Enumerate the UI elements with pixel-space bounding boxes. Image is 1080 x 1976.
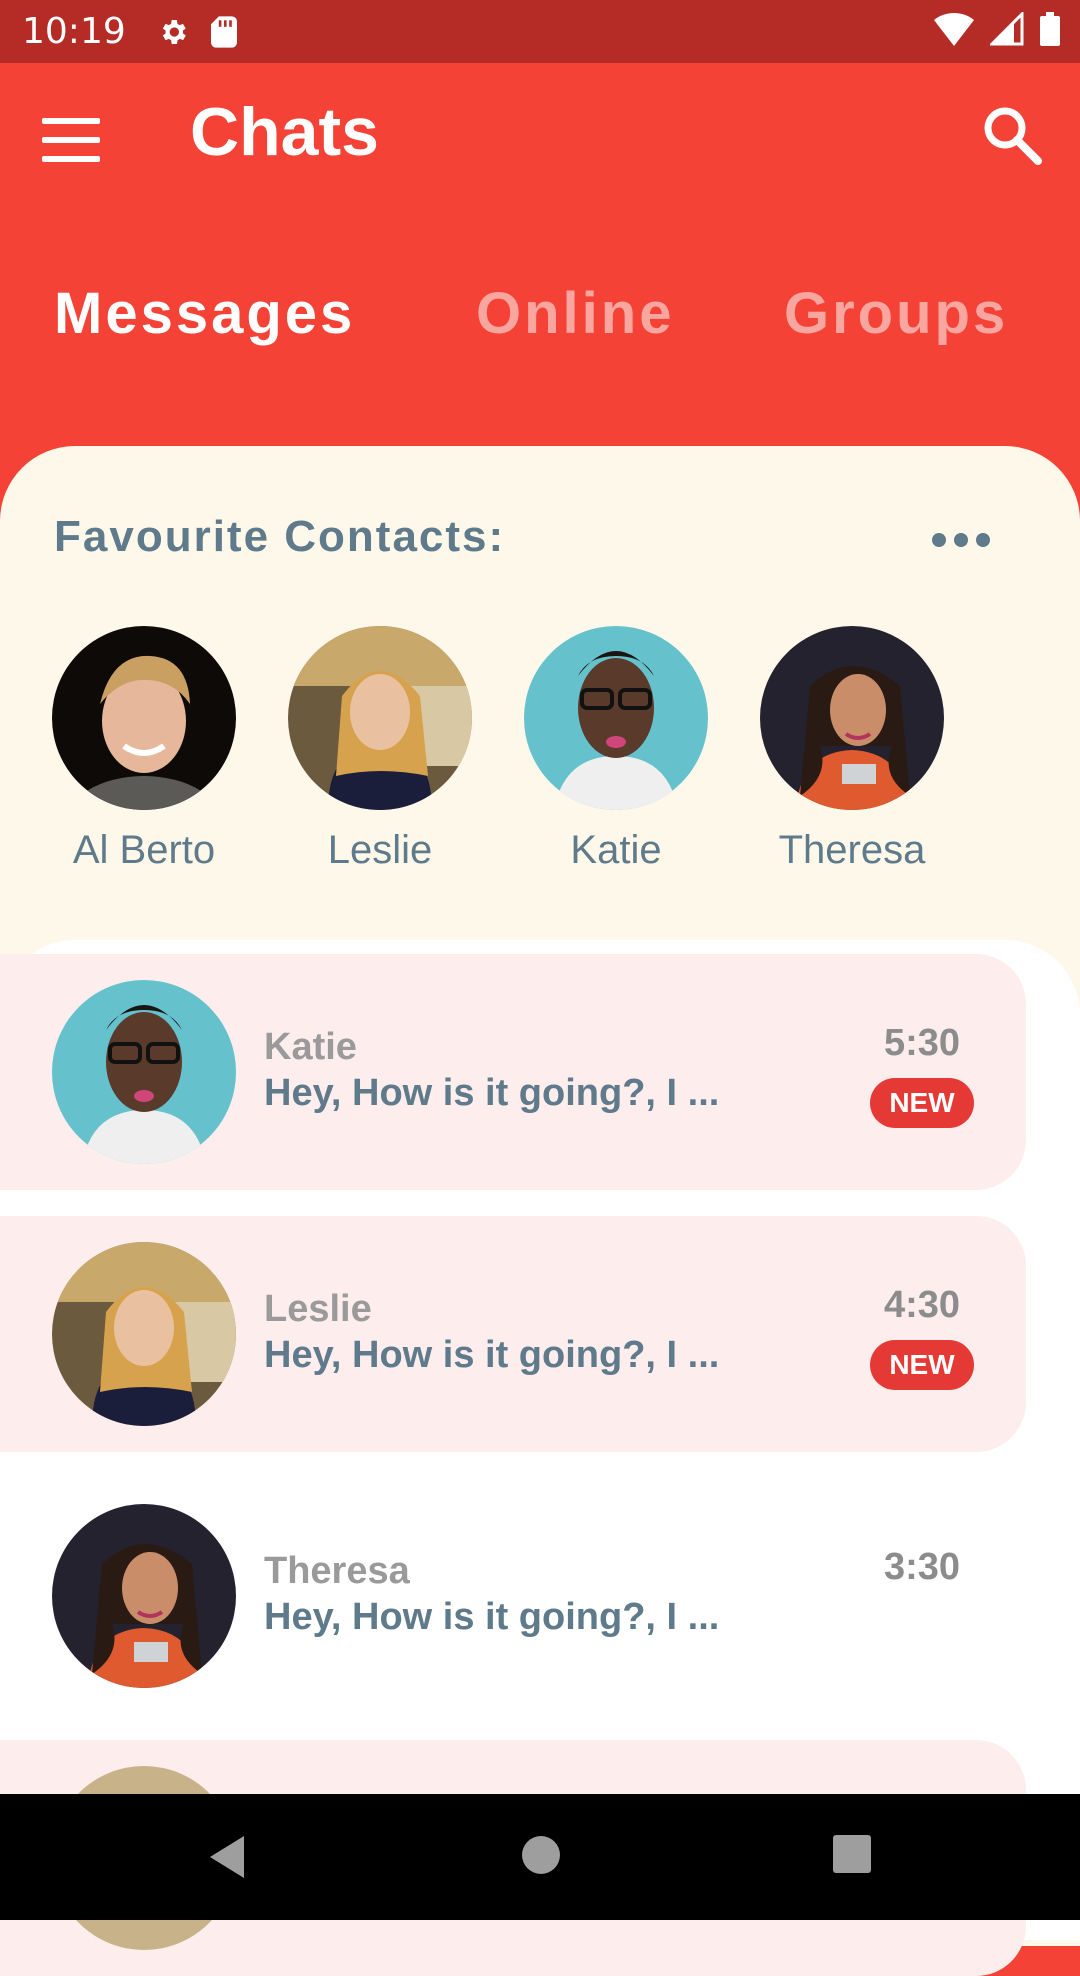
- avatar: [52, 1242, 236, 1426]
- avatar: [52, 980, 236, 1164]
- signal-icon: [988, 10, 1024, 51]
- home-icon[interactable]: [520, 1834, 562, 1881]
- new-badge: NEW: [870, 1340, 974, 1390]
- avatar: [760, 626, 944, 810]
- favourites-title: Favourite Contacts:: [54, 512, 506, 561]
- more-options-icon[interactable]: [932, 526, 996, 554]
- chat-message-preview: Hey, How is it going?, I ...: [264, 1072, 720, 1114]
- chat-timestamp: 3:30: [883, 1546, 960, 1588]
- favourite-contact-al-berto[interactable]: Al Berto: [26, 626, 262, 873]
- new-badge: NEW: [870, 1078, 974, 1128]
- chat-timestamp: 4:30: [883, 1284, 960, 1326]
- tab-groups[interactable]: Groups: [784, 280, 1008, 347]
- contact-name: Katie: [570, 828, 662, 872]
- menu-icon[interactable]: [40, 118, 104, 162]
- chat-timestamp: 5:30: [883, 1022, 960, 1064]
- app-bar: Chats: [0, 63, 1080, 208]
- tab-bar: Messages Online Groups: [0, 280, 1080, 370]
- list-item[interactable]: Katie Hey, How is it going?, I ... 5:30 …: [0, 954, 1026, 1190]
- favourite-contact-leslie[interactable]: Leslie: [262, 626, 498, 873]
- avatar: [524, 626, 708, 810]
- status-bar: 10:19: [0, 0, 1080, 63]
- avatar: [52, 1504, 236, 1688]
- search-icon[interactable]: [980, 103, 1050, 173]
- status-time: 10:19: [22, 11, 126, 52]
- recents-icon[interactable]: [832, 1834, 872, 1879]
- list-item[interactable]: Theresa Hey, How is it going?, I ... 3:3…: [0, 1478, 1026, 1714]
- tab-messages[interactable]: Messages: [54, 280, 355, 347]
- favourite-contact-theresa[interactable]: Theresa: [734, 626, 970, 873]
- avatar: [52, 626, 236, 810]
- sd-card-icon: [210, 15, 238, 49]
- chat-message-preview: Hey, How is it going?, I ...: [264, 1596, 720, 1638]
- chats-list: Katie Hey, How is it going?, I ... 5:30 …: [0, 940, 1080, 1976]
- battery-icon: [1040, 12, 1060, 51]
- avatar: [288, 626, 472, 810]
- contact-name: Al Berto: [72, 828, 216, 872]
- chat-message-preview: Hey, How is it going?, I ...: [264, 1334, 720, 1376]
- tab-online[interactable]: Online: [476, 280, 674, 347]
- wifi-icon: [934, 12, 974, 51]
- contact-name: Theresa: [778, 828, 926, 872]
- back-icon[interactable]: [206, 1834, 246, 1885]
- list-item[interactable]: Leslie Hey, How is it going?, I ... 4:30…: [0, 1216, 1026, 1452]
- gear-icon: [156, 15, 190, 49]
- chat-sender-name: Theresa: [264, 1550, 410, 1592]
- contact-name: Leslie: [327, 828, 433, 872]
- chat-sender-name: Leslie: [264, 1288, 372, 1330]
- chat-sender-name: Katie: [264, 1026, 357, 1068]
- favourite-contact-katie[interactable]: Katie: [498, 626, 734, 873]
- system-nav-bar: [0, 1794, 1080, 1920]
- page-title: Chats: [190, 94, 379, 170]
